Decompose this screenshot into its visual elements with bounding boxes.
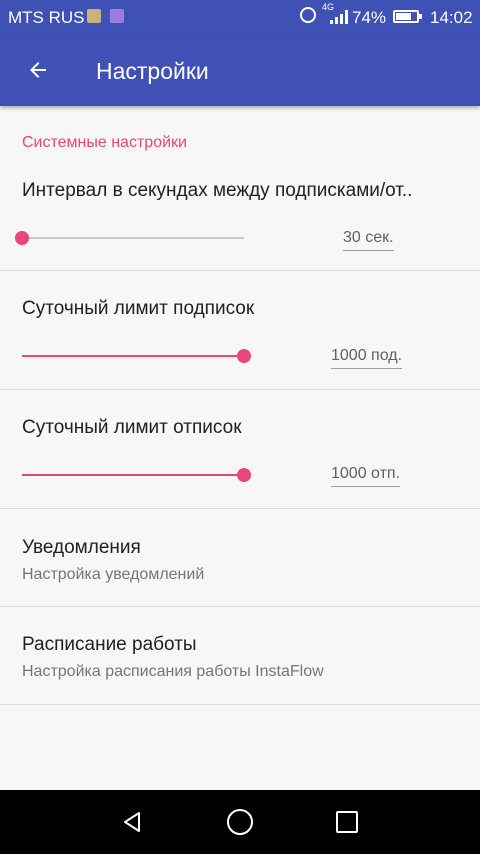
slider-thumb[interactable] (237, 349, 251, 363)
clock: 14:02 (430, 8, 473, 27)
preference-title: Расписание работы (22, 634, 197, 655)
square-recent-icon[interactable] (336, 811, 358, 833)
preference-schedule[interactable]: Расписание работы Настройка расписания р… (0, 607, 480, 704)
slider-value: 1000 под. (331, 347, 403, 369)
circle-home-icon[interactable] (227, 809, 253, 835)
preference-title: Интервал в секундах между подписками/от.… (22, 180, 413, 201)
section-header: Системные настройки (22, 134, 187, 151)
preference-title: Суточный лимит отписок (22, 417, 242, 438)
preference-summary: Настройка расписания работы InstaFlow (22, 663, 324, 680)
notification-icon (87, 9, 101, 23)
daily-follow-limit-slider[interactable] (22, 346, 251, 366)
system-nav-bar (0, 790, 480, 854)
back-button[interactable] (14, 46, 62, 94)
preference-title: Суточный лимит подписок (22, 298, 255, 319)
app-bar: Настройки (0, 34, 480, 106)
arrow-left-icon (30, 62, 46, 78)
signal-icon (330, 10, 348, 24)
status-bar: MTS RUS 4G 74% 14:02 (0, 0, 480, 34)
slider-active-track (22, 474, 244, 476)
interval-slider[interactable] (15, 228, 244, 248)
divider (0, 389, 480, 390)
battery-percent: 74% (352, 8, 387, 27)
page-title: Настройки (96, 58, 209, 84)
slider-value: 1000 отп. (331, 465, 401, 487)
divider (0, 704, 480, 705)
notification-app-icon (110, 9, 124, 23)
slider-thumb[interactable] (237, 468, 251, 482)
slider-thumb[interactable] (15, 231, 29, 245)
slider-track (22, 237, 244, 239)
battery-icon (393, 10, 422, 23)
preference-summary: Настройка уведомлений (22, 566, 205, 583)
slider-active-track (22, 355, 244, 357)
preference-title: Уведомления (22, 537, 141, 558)
slider-value: 30 сек. (343, 229, 394, 251)
preference-notifications[interactable]: Уведомления Настройка уведомлений (0, 509, 480, 606)
triangle-back-icon[interactable] (120, 810, 144, 834)
divider (0, 270, 480, 271)
carrier-name: MTS RUS (8, 8, 85, 27)
daily-unfollow-limit-slider[interactable] (22, 465, 251, 485)
alarm-icon (300, 7, 316, 23)
